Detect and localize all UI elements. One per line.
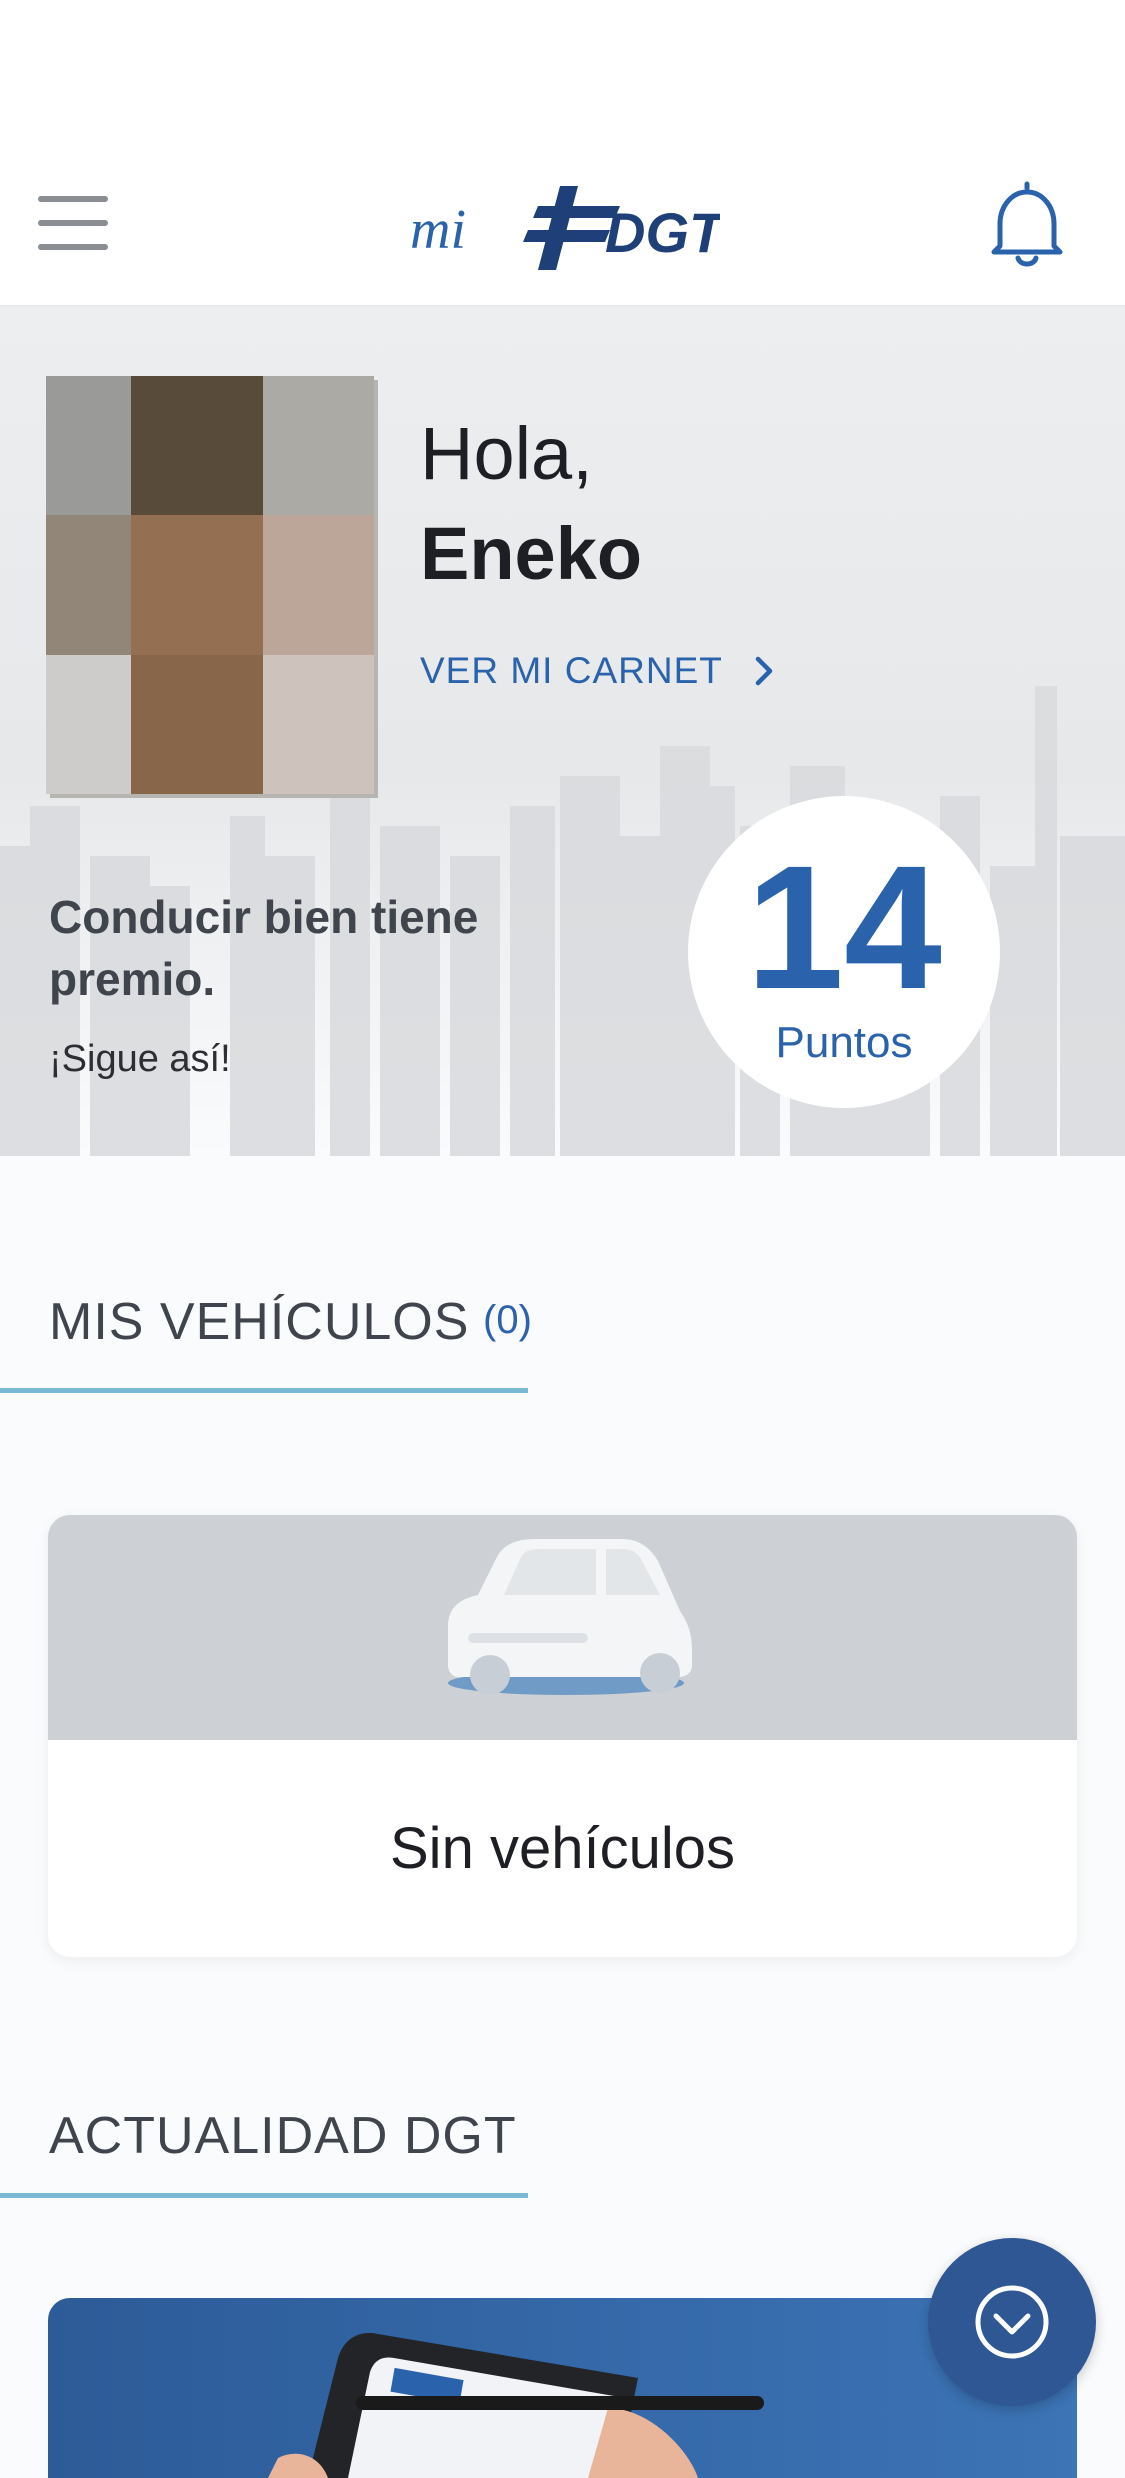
chevron-down-circle-icon <box>975 2285 1049 2359</box>
avatar-tile <box>131 515 263 655</box>
home-indicator <box>356 2396 764 2410</box>
avatar-tile <box>46 376 132 516</box>
avatar-tile <box>262 654 374 794</box>
avatar-tile <box>46 654 132 794</box>
avatar-tile <box>46 515 132 655</box>
greeting-text: Hola, <box>420 412 593 495</box>
avatar[interactable] <box>46 376 374 794</box>
vehicles-empty-text: Sin vehículos <box>390 1816 735 1881</box>
points-value: 14 <box>746 830 942 1026</box>
mi-dgt-logo: mi DGT <box>410 178 728 278</box>
top-navigation-bar: mi DGT <box>0 150 1125 307</box>
bell-icon[interactable] <box>990 180 1064 270</box>
user-name: Eneko <box>420 512 643 595</box>
promo-title: Conducir bien tiene premio. <box>49 891 479 1005</box>
vehicles-heading-underline <box>0 1388 528 1393</box>
news-card[interactable] <box>48 2298 1077 2478</box>
vehicles-count: (0) <box>483 1298 532 1342</box>
hamburger-menu-icon[interactable] <box>34 194 112 254</box>
status-bar <box>0 0 1125 150</box>
vehicle-banner <box>48 1515 1077 1740</box>
vehicles-empty-card[interactable]: Sin vehículos <box>48 1515 1077 1957</box>
avatar-tile <box>262 376 374 516</box>
points-label: Puntos <box>775 1018 913 1067</box>
phone-illustration <box>268 2333 698 2478</box>
avatar-tile <box>131 376 263 516</box>
profile-hero: Hola, Eneko VER MI CARNET Conducir bien … <box>0 306 1125 1156</box>
news-heading-underline <box>0 2193 528 2198</box>
svg-text:DGT: DGT <box>605 201 720 264</box>
svg-text:mi: mi <box>410 199 466 261</box>
news-section-heading: ACTUALIDAD DGT <box>49 2107 517 2165</box>
avatar-tile <box>131 654 263 794</box>
ver-mi-carnet-link[interactable]: VER MI CARNET <box>420 650 777 692</box>
points-badge[interactable]: 14 Puntos <box>688 796 1000 1108</box>
avatar-tile <box>262 515 374 655</box>
ver-mi-carnet-label: VER MI CARNET <box>420 650 723 691</box>
promo-subtitle: ¡Sigue así! <box>49 1038 231 1080</box>
car-icon <box>448 1539 692 1695</box>
scroll-down-button[interactable] <box>928 2238 1096 2406</box>
vehicles-section-heading: MIS VEHÍCULOS <box>49 1293 470 1351</box>
chevron-right-icon <box>755 656 773 686</box>
